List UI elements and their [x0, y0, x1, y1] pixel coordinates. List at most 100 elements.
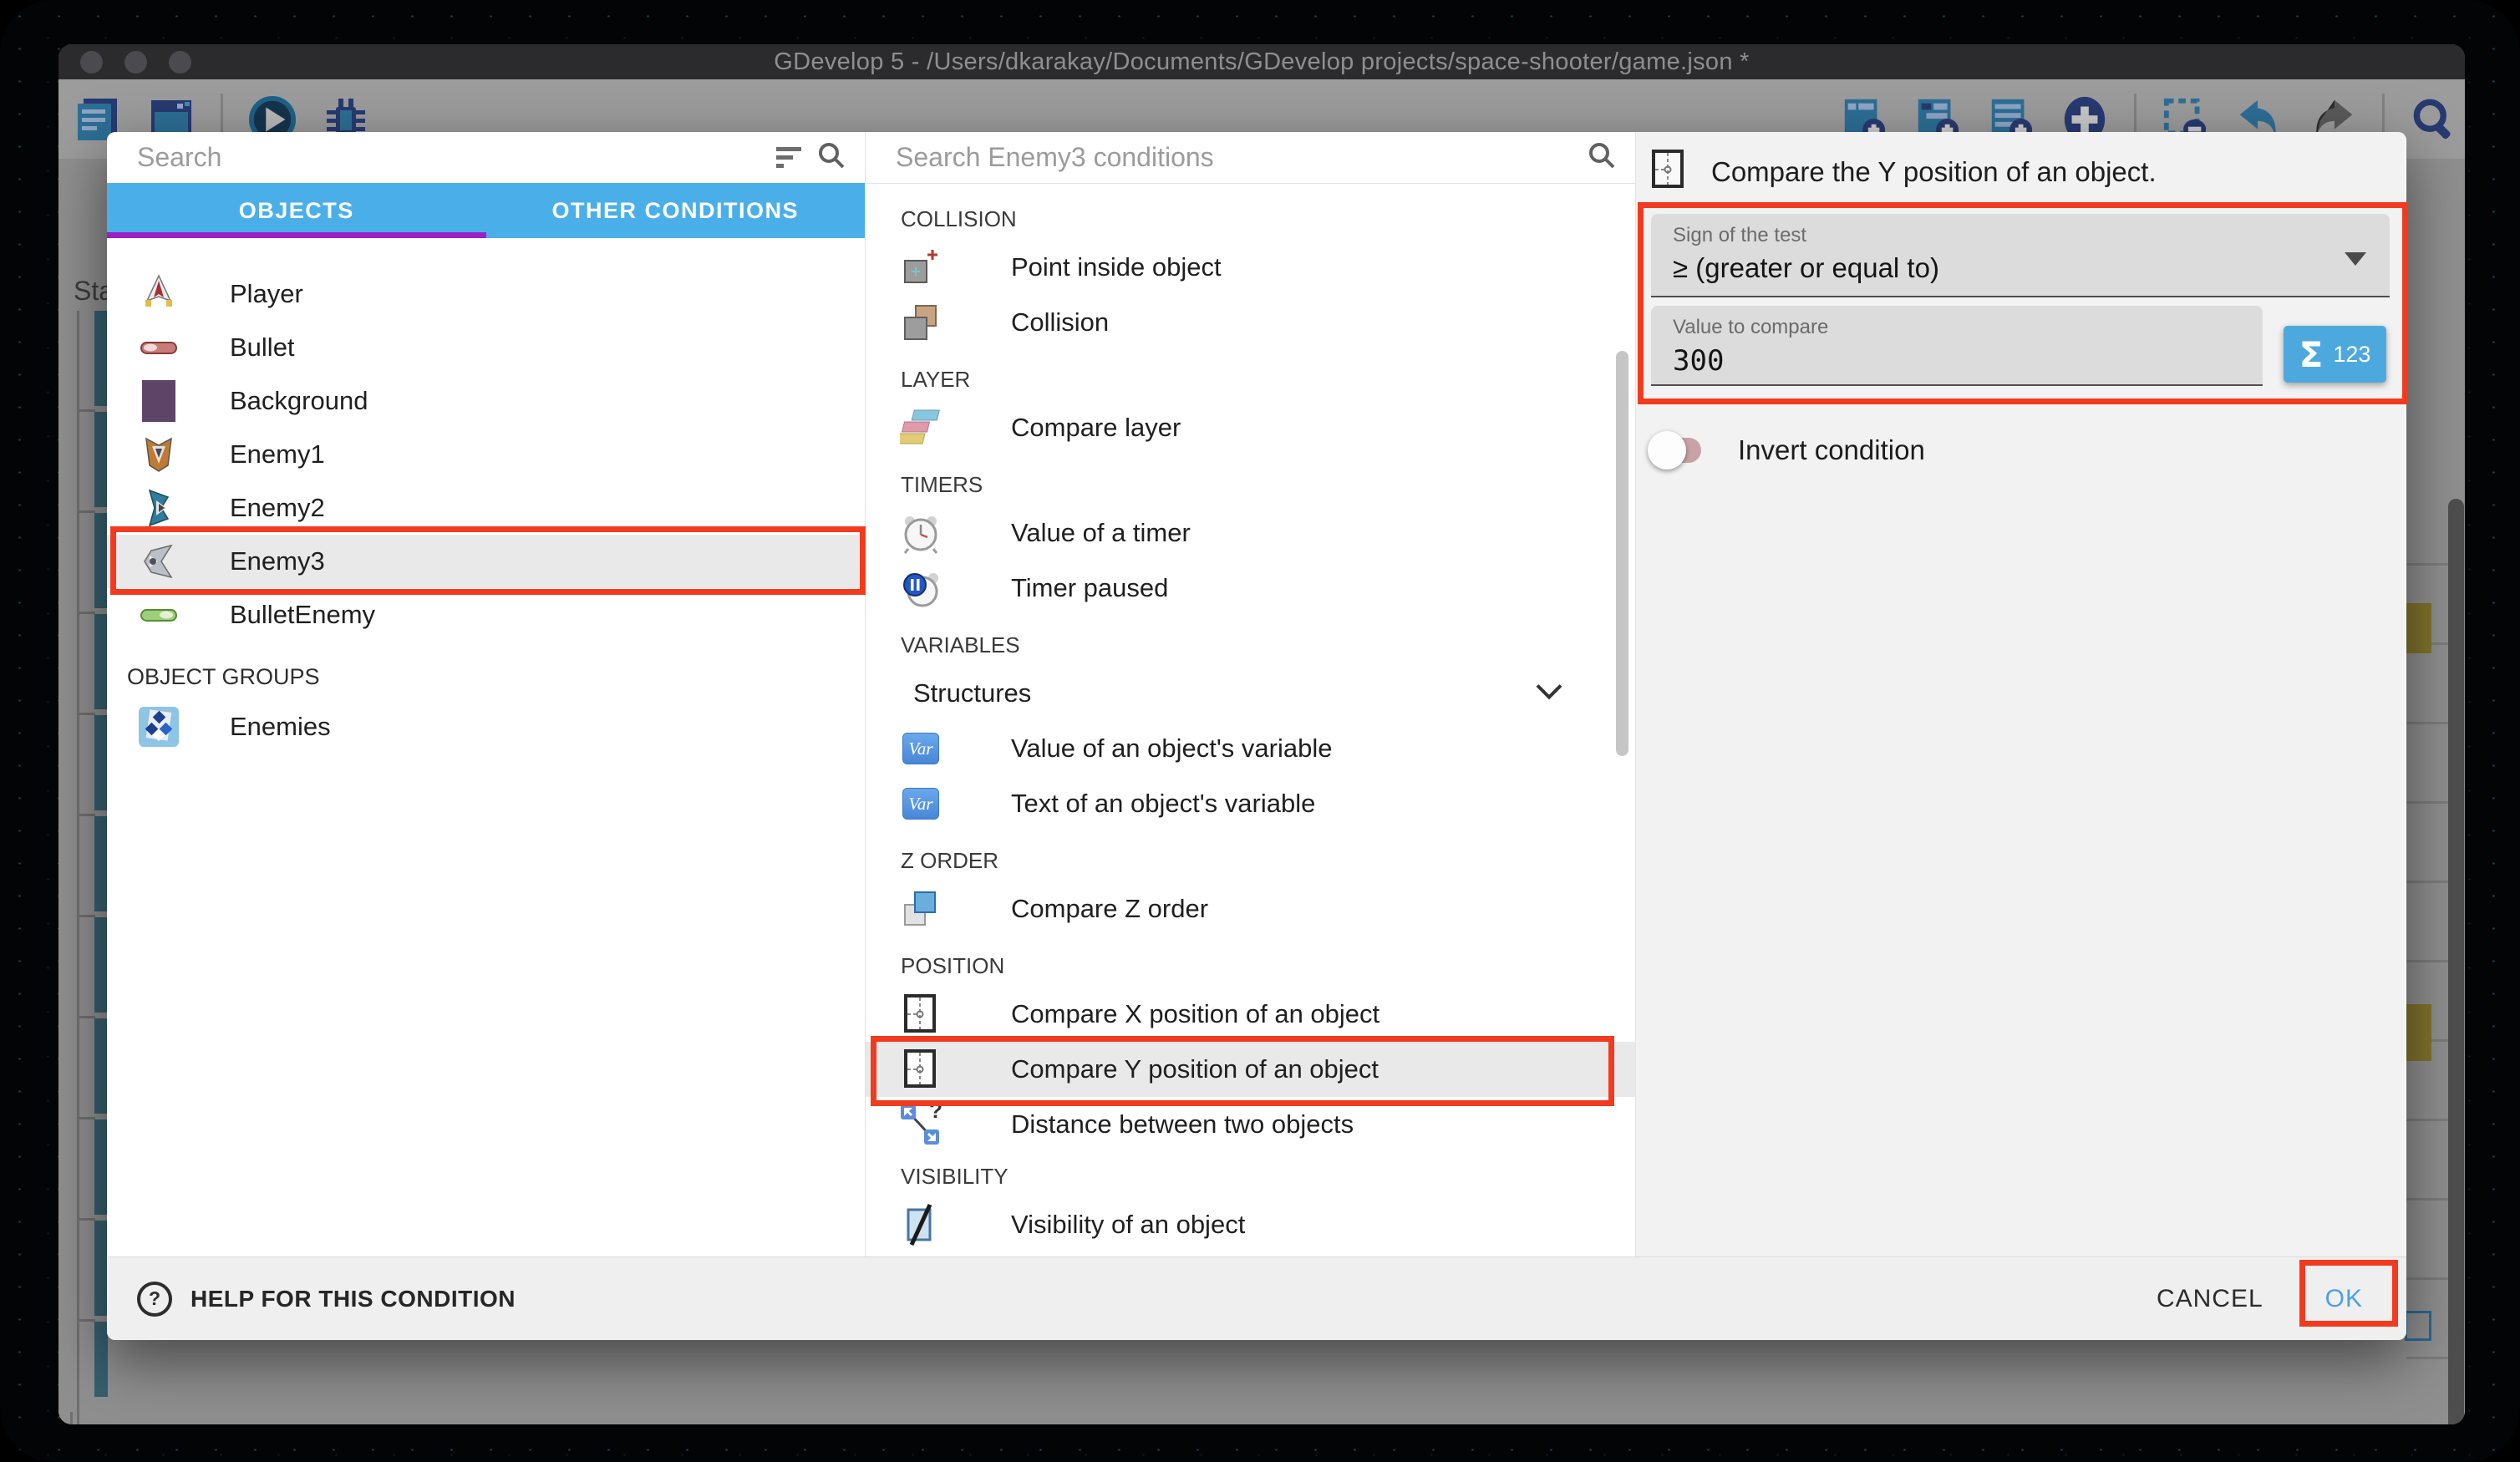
cancel-button[interactable]: CANCEL — [2157, 1285, 2263, 1313]
enemy3-ship-icon — [135, 538, 182, 585]
event-tree-connector — [70, 1412, 73, 1424]
event-condition-column — [94, 311, 108, 1397]
visibility-icon — [897, 1201, 944, 1248]
condition-distance[interactable]: ? Distance between two objects — [866, 1097, 1635, 1152]
expression-editor-button[interactable]: Σ 123 — [2284, 326, 2386, 383]
condition-title: Compare the Y position of an object. — [1711, 156, 2157, 188]
tab-other-conditions[interactable]: OTHER CONDITIONS — [486, 183, 866, 238]
tab-objects[interactable]: OBJECTS — [107, 183, 486, 238]
condition-compare-x[interactable]: Compare X position of an object — [866, 987, 1635, 1042]
ok-button[interactable]: OK — [2325, 1285, 2363, 1313]
condition-label: Value of an object's variable — [1011, 734, 1332, 764]
condition-object-variable-value[interactable]: Var Value of an object's variable — [866, 721, 1635, 776]
object-groups-header: OBJECT GROUPS — [107, 653, 865, 700]
filter-icon[interactable] — [776, 147, 801, 168]
sigma-icon: Σ — [2299, 334, 2324, 375]
window-title: GDevelop 5 - /Users/dkarakay/Documents/G… — [774, 48, 1749, 76]
value-to-compare-field[interactable]: Value to compare 300 — [1651, 306, 2263, 386]
var-badge: Var — [902, 733, 939, 764]
condition-label: Compare Z order — [1011, 894, 1208, 924]
list-item-bullet[interactable]: Bullet — [107, 321, 865, 374]
list-item-background[interactable]: Background — [107, 374, 865, 428]
variable-icon: Var — [897, 780, 944, 827]
condition-object-variable-text[interactable]: Var Text of an object's variable — [866, 776, 1635, 831]
condition-label: Compare X position of an object — [1011, 999, 1379, 1029]
list-item-enemy2[interactable]: Enemy2 — [107, 481, 865, 535]
condition-compare-layer[interactable]: Compare layer — [866, 400, 1635, 455]
conditions-panel: COLLISION Point inside object Collision — [866, 132, 1636, 1256]
condition-timer-paused[interactable]: Timer paused — [866, 561, 1635, 616]
events-scrollbar[interactable] — [2448, 499, 2464, 1424]
timer-paused-icon — [897, 565, 944, 612]
condition-label: Compare Y position of an object — [1011, 1054, 1379, 1084]
sign-of-test-select[interactable]: Sign of the test ≥ (greater or equal to) — [1651, 214, 2390, 297]
z-order-icon — [897, 886, 944, 932]
close-window-button[interactable] — [80, 51, 103, 74]
section-header-collision: COLLISION — [866, 198, 1635, 240]
zoom-window-button[interactable] — [169, 51, 191, 74]
condition-group-structures[interactable]: Structures — [866, 666, 1635, 721]
help-for-condition-button[interactable]: ? HELP FOR THIS CONDITION — [137, 1282, 516, 1317]
position-icon — [897, 991, 944, 1038]
list-item-enemy1[interactable]: Enemy1 — [107, 428, 865, 481]
condition-partially-visible[interactable] — [866, 1252, 1635, 1256]
value-to-compare-input[interactable]: 300 — [1673, 344, 2263, 378]
condition-label: Collision — [1011, 307, 1109, 338]
conditions-scrollbar[interactable] — [1616, 351, 1628, 756]
conditions-search-input[interactable] — [894, 141, 1572, 174]
conditions-list: COLLISION Point inside object Collision — [866, 184, 1635, 1256]
condition-label: Value of a timer — [1011, 518, 1191, 548]
timer-icon — [897, 510, 944, 556]
condition-compare-y[interactable]: Compare Y position of an object — [866, 1042, 1635, 1097]
objects-search-input[interactable] — [135, 141, 761, 174]
numbers-icon: 123 — [2333, 342, 2370, 368]
variable-icon: Var — [897, 725, 944, 772]
invert-condition-toggle[interactable] — [1654, 438, 1701, 463]
object-name: Enemy2 — [230, 493, 325, 523]
list-item-bulletenemy[interactable]: BulletEnemy — [107, 588, 865, 642]
section-header-zorder: Z ORDER — [866, 840, 1635, 881]
traffic-lights — [80, 44, 191, 79]
left-tabs: OBJECTS OTHER CONDITIONS — [107, 183, 865, 238]
list-item-enemies-group[interactable]: Enemies — [107, 700, 865, 754]
object-name: Enemy3 — [230, 546, 325, 576]
sign-of-test-label: Sign of the test — [1673, 224, 2390, 247]
condition-label: Distance between two objects — [1011, 1109, 1354, 1140]
distance-icon: ? — [897, 1101, 944, 1148]
gdevelop-window: GDevelop 5 - /Users/dkarakay/Documents/G… — [58, 44, 2465, 1424]
object-name: Background — [230, 386, 368, 416]
section-header-position: POSITION — [866, 945, 1635, 987]
objects-list: Player Bullet Background — [107, 238, 865, 754]
background-swatch-icon — [135, 378, 182, 424]
condition-visibility[interactable]: Visibility of an object — [866, 1197, 1635, 1252]
condition-point-inside[interactable]: Point inside object — [866, 240, 1635, 295]
dropdown-caret-icon — [2345, 252, 2366, 266]
enemy1-ship-icon — [135, 431, 182, 478]
objects-search-row — [107, 132, 865, 183]
section-header-visibility: VISIBILITY — [866, 1155, 1635, 1197]
var-badge: Var — [902, 788, 939, 820]
condition-editor-dialog: OBJECTS OTHER CONDITIONS Player — [107, 132, 2406, 1340]
search-events-icon[interactable] — [2410, 95, 2458, 144]
point-inside-object-icon — [897, 244, 944, 291]
event-tree-ticks — [77, 311, 95, 1397]
list-item-player[interactable]: Player — [107, 267, 865, 321]
add-button-outline — [2405, 1311, 2431, 1341]
help-icon: ? — [137, 1282, 172, 1317]
toggle-knob — [1648, 431, 1686, 470]
collision-icon — [897, 299, 944, 346]
condition-label: Point inside object — [1011, 252, 1222, 282]
list-item-enemy3[interactable]: Enemy3 — [107, 535, 865, 588]
conditions-search-row — [866, 132, 1635, 184]
layers-icon — [897, 404, 944, 451]
selected-action-row — [2403, 1004, 2431, 1061]
object-name: Enemy1 — [230, 439, 325, 470]
condition-collision[interactable]: Collision — [866, 295, 1635, 350]
condition-timer-value[interactable]: Value of a timer — [866, 505, 1635, 561]
condition-label: Compare layer — [1011, 413, 1181, 443]
minimize-window-button[interactable] — [124, 51, 147, 74]
bullet-green-icon — [135, 591, 182, 638]
group-name: Enemies — [230, 712, 331, 742]
active-tab-indicator — [107, 232, 486, 238]
condition-compare-zorder[interactable]: Compare Z order — [866, 881, 1635, 937]
